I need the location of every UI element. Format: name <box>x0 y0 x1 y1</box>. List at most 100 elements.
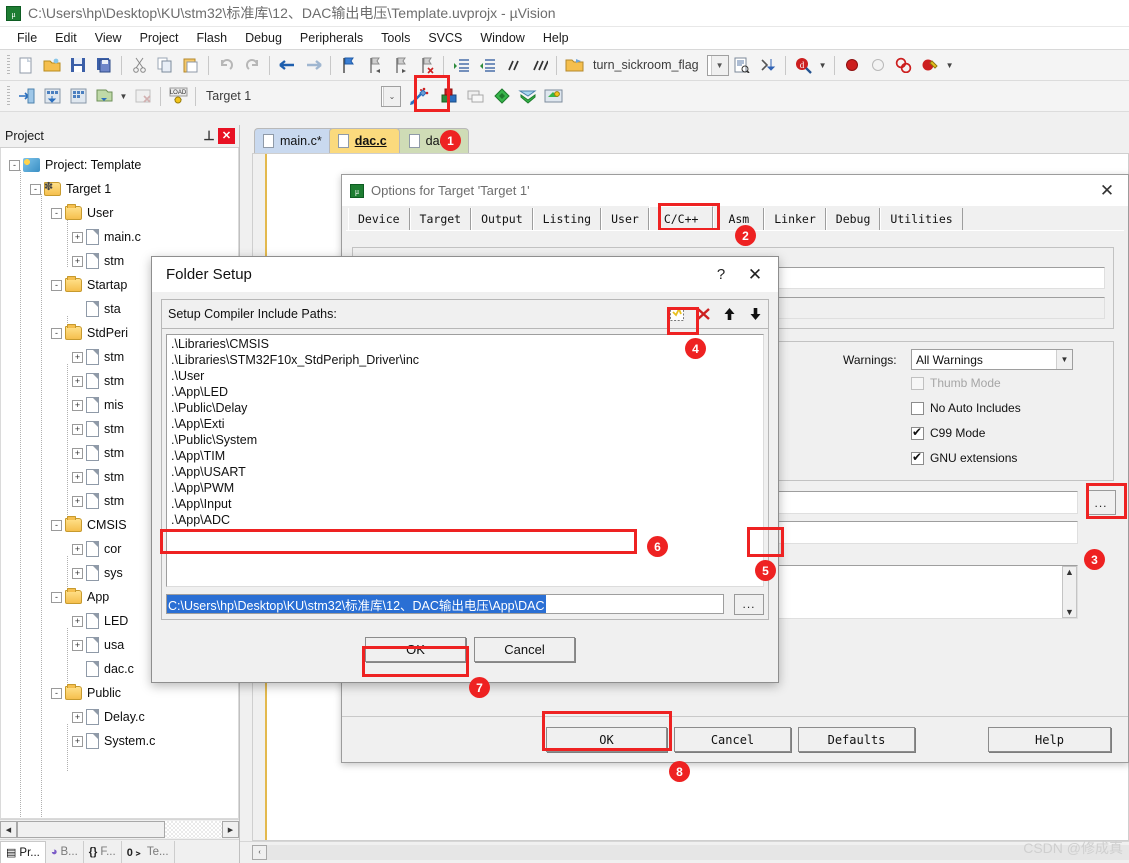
expand-icon[interactable]: + <box>72 639 83 651</box>
move-up-icon[interactable] <box>716 301 742 327</box>
checkbox-box[interactable] <box>911 450 924 465</box>
expand-icon[interactable]: + <box>72 423 83 435</box>
expand-icon[interactable]: + <box>72 711 83 723</box>
manage-multi-project-icon[interactable] <box>463 84 487 108</box>
panel-tab-books[interactable]: ◕ B... <box>46 841 84 863</box>
panel-tab-templates[interactable]: 0﹥ Te... <box>122 841 175 863</box>
tree-item[interactable]: - Target 1 <box>1 177 238 201</box>
expand-icon[interactable]: + <box>72 543 83 555</box>
menu-item-view[interactable]: View <box>86 29 131 47</box>
scroll-track[interactable] <box>267 845 1129 860</box>
menu-item-window[interactable]: Window <box>471 29 533 47</box>
breakpoint-icon[interactable] <box>840 53 864 77</box>
target-select[interactable]: ⌄ <box>381 85 401 107</box>
include-paths-list[interactable]: .\Libraries\CMSIS .\Libraries\STM32F10x_S… <box>166 334 764 587</box>
expand-icon[interactable]: + <box>72 567 83 579</box>
checkbox-thumb-mode[interactable]: Thumb Mode <box>911 376 1001 390</box>
bookmark-clear-icon[interactable] <box>414 53 438 77</box>
tab-target[interactable]: Target <box>409 208 472 230</box>
collapse-icon[interactable]: - <box>51 519 62 531</box>
include-path-row[interactable]: .\Libraries\CMSIS <box>169 337 763 353</box>
checkbox-box[interactable] <box>911 425 924 440</box>
chevron-down-icon[interactable]: ▼ <box>944 53 956 77</box>
scroll-right-arrow-icon[interactable]: ▶ <box>222 821 239 838</box>
rebuild-icon[interactable] <box>66 84 90 108</box>
collapse-icon[interactable]: - <box>51 207 62 219</box>
manage-run-time-env-icon[interactable] <box>541 84 565 108</box>
breakpoint-kill-all-icon[interactable] <box>892 53 916 77</box>
collapse-icon[interactable]: - <box>30 183 41 195</box>
editor-tab-dac-c[interactable]: dac.c <box>328 128 400 153</box>
expand-icon[interactable]: + <box>72 231 83 243</box>
menu-item-tools[interactable]: Tools <box>372 29 419 47</box>
toolbar-grip[interactable] <box>7 86 10 106</box>
tab-cpp[interactable]: C/C++ <box>648 206 714 230</box>
manage-project-items-icon[interactable] <box>437 84 461 108</box>
checkbox-c99-mode[interactable]: C99 Mode <box>911 425 985 440</box>
build-icon[interactable] <box>40 84 64 108</box>
save-all-icon[interactable] <box>92 53 116 77</box>
include-path-row[interactable]: .\User <box>169 369 763 385</box>
save-icon[interactable] <box>66 53 90 77</box>
stop-build-icon[interactable] <box>131 84 155 108</box>
tab-user[interactable]: User <box>601 208 649 230</box>
chevron-up-icon[interactable]: ▲ <box>1065 567 1074 577</box>
expand-icon[interactable]: + <box>72 351 83 363</box>
folder-browse-button[interactable]: ... <box>734 593 764 615</box>
close-icon[interactable]: ✕ <box>218 128 235 144</box>
undo-icon[interactable] <box>214 53 238 77</box>
chevron-down-icon[interactable]: ⌄ <box>383 86 400 106</box>
options-help-button[interactable]: Help <box>988 727 1111 752</box>
options-ok-button[interactable]: OK <box>546 727 667 752</box>
chevron-down-icon[interactable]: ▼ <box>118 84 129 108</box>
tree-item[interactable]: - Public <box>1 681 238 705</box>
checkbox-box[interactable] <box>911 376 924 390</box>
menu-item-help[interactable]: Help <box>534 29 578 47</box>
delete-path-icon[interactable] <box>690 301 716 327</box>
include-path-row[interactable]: .\App\USART <box>169 465 763 481</box>
expand-icon[interactable]: + <box>72 399 83 411</box>
menu-item-flash[interactable]: Flash <box>187 29 236 47</box>
question-mark-icon[interactable]: ? <box>704 266 738 283</box>
indent-icon[interactable] <box>449 53 473 77</box>
bookmark-next-icon[interactable] <box>388 53 412 77</box>
bookmark-prev-icon[interactable] <box>362 53 386 77</box>
panel-tab-functions[interactable]: {} F... <box>84 841 122 863</box>
find-in-files-icon[interactable]: d <box>791 53 815 77</box>
include-path-row[interactable]: .\Public\System <box>169 433 763 449</box>
configuration-wizard-icon[interactable] <box>489 84 513 108</box>
options-cancel-button[interactable]: Cancel <box>674 727 791 752</box>
tree-item[interactable]: + System.c <box>1 729 238 753</box>
folder-path-input[interactable]: C:\Users\hp\Desktop\KU\stm32\标准库\12、DAC输… <box>166 594 724 614</box>
include-paths-browse-button[interactable]: ... <box>1086 490 1116 515</box>
include-path-row[interactable]: .\App\PWM <box>169 481 763 497</box>
tree-item[interactable]: - User <box>1 201 238 225</box>
menu-item-edit[interactable]: Edit <box>46 29 86 47</box>
folder-ok-button[interactable]: OK <box>365 637 466 662</box>
expand-icon[interactable]: + <box>72 375 83 387</box>
move-down-icon[interactable] <box>742 301 768 327</box>
expand-icon[interactable]: + <box>72 615 83 627</box>
tree-item[interactable]: - Project: Template <box>1 153 238 177</box>
copy-icon[interactable] <box>153 53 177 77</box>
scroll-track[interactable] <box>17 821 222 838</box>
expand-icon[interactable]: + <box>72 255 83 267</box>
back-icon[interactable] <box>275 53 299 77</box>
tab-utilities[interactable]: Utilities <box>880 208 963 230</box>
close-icon[interactable]: ✕ <box>1090 182 1124 199</box>
uncomment-icon[interactable] <box>527 53 551 77</box>
collapse-icon[interactable]: - <box>51 279 62 291</box>
expand-icon[interactable]: + <box>72 495 83 507</box>
chevron-down-icon[interactable]: ▼ <box>710 55 728 75</box>
cut-icon[interactable] <box>127 53 151 77</box>
pin-icon[interactable]: ⊥ <box>200 128 218 144</box>
menu-item-project[interactable]: Project <box>131 29 188 47</box>
include-path-row[interactable]: .\App\Exti <box>169 417 763 433</box>
find-symbol-icon[interactable] <box>562 53 586 77</box>
include-path-row[interactable]: .\App\TIM <box>169 449 763 465</box>
include-path-row[interactable]: .\App\LED <box>169 385 763 401</box>
scroll-thumb[interactable] <box>17 821 165 838</box>
scroll-left-arrow-icon[interactable]: ◀ <box>0 821 17 838</box>
collapse-icon[interactable]: - <box>9 159 20 171</box>
open-folder-icon[interactable] <box>40 53 64 77</box>
